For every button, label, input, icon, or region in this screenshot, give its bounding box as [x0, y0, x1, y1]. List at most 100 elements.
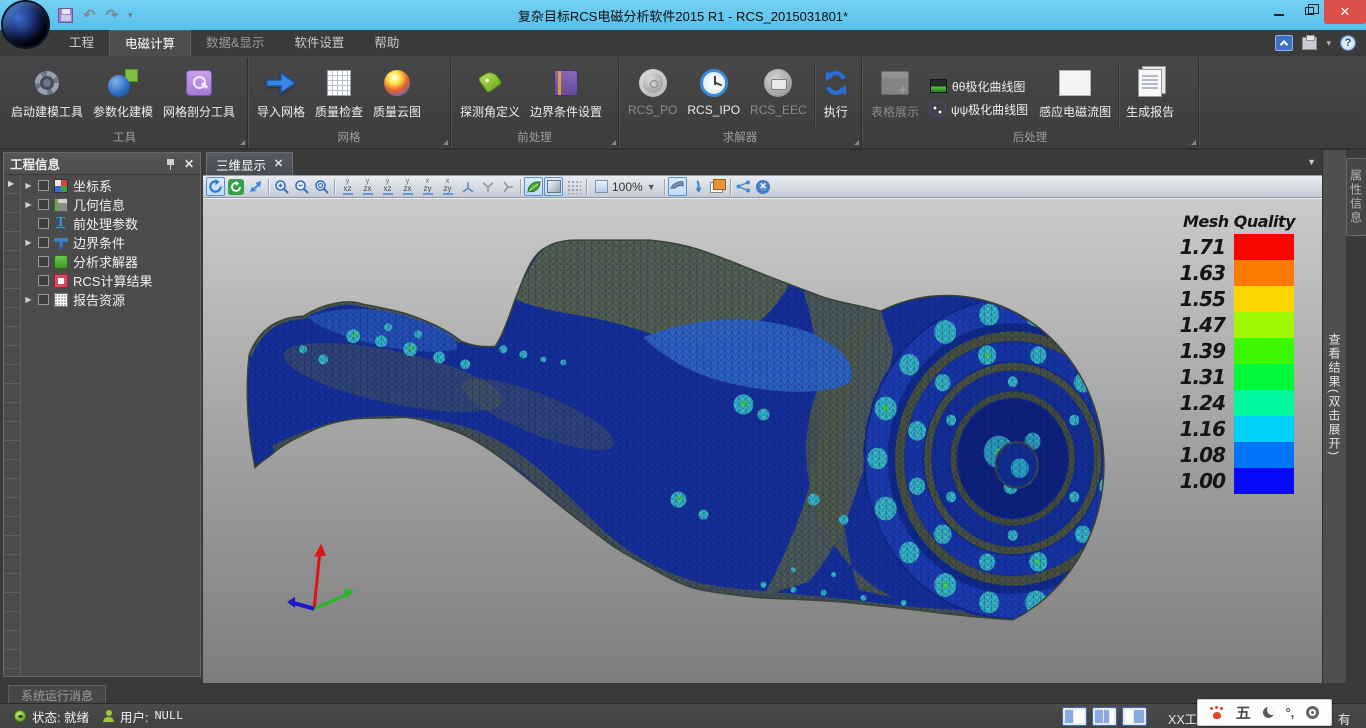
expander-icon[interactable]: ▶: [24, 295, 33, 304]
share-button[interactable]: [734, 177, 753, 196]
view-front-button[interactable]: yxz: [338, 177, 357, 196]
tab-project[interactable]: 工程: [54, 30, 109, 56]
zoom-out-button[interactable]: [292, 177, 311, 196]
tab-help[interactable]: 帮助: [359, 30, 414, 56]
launch-modeling-tool-button[interactable]: 启动建模工具: [6, 60, 88, 131]
minimize-button[interactable]: [1264, 0, 1294, 22]
tree-item-solver[interactable]: 分析求解器: [21, 252, 200, 271]
help-icon[interactable]: ?: [1340, 35, 1356, 51]
mesh-partition-tool-button[interactable]: 网格剖分工具: [158, 60, 240, 131]
ime-mode-toggle[interactable]: 五: [1236, 702, 1251, 723]
legend-swatch: [1234, 234, 1294, 260]
rotate-button[interactable]: [206, 177, 225, 196]
view-bottom-button[interactable]: xzy: [438, 177, 457, 196]
layout-left-button[interactable]: [1062, 707, 1087, 726]
view-top-button[interactable]: xzy: [418, 177, 437, 196]
shaded-mode-button[interactable]: [544, 177, 563, 196]
group-expand-icon[interactable]: [443, 140, 448, 145]
fit-view-button[interactable]: [668, 177, 687, 196]
tree-item-report-resources[interactable]: ▶ 报告资源: [21, 290, 200, 309]
render-mode-button[interactable]: [524, 177, 543, 196]
checkbox[interactable]: [38, 275, 49, 286]
tab-overflow-icon[interactable]: ▼: [1307, 157, 1316, 167]
view-results-bar[interactable]: 查看结果(双击展开): [1322, 150, 1346, 683]
leaf-icon: [526, 180, 542, 194]
app-logo-icon[interactable]: [3, 2, 48, 47]
zoom-in-button[interactable]: [272, 177, 291, 196]
checkbox[interactable]: [38, 237, 49, 248]
legend-row: 1.16: [1176, 416, 1302, 442]
induced-current-map-button[interactable]: 感应电磁流图: [1034, 60, 1116, 131]
view-iso1-button[interactable]: [458, 177, 477, 196]
zoom-level-dropdown[interactable]: 100% ▼: [590, 177, 661, 196]
view-back-button[interactable]: yzx: [358, 177, 377, 196]
probe-angle-button[interactable]: 探测角定义: [455, 60, 525, 131]
properties-tab[interactable]: 属性信息: [1346, 158, 1366, 236]
ime-paw-icon[interactable]: [1210, 707, 1224, 719]
tree-item-coordinate-system[interactable]: ▶ 坐标系: [21, 176, 200, 195]
expander-icon[interactable]: ▶: [24, 238, 33, 247]
tree-item-preprocess-params[interactable]: 前处理参数: [21, 214, 200, 233]
checkbox[interactable]: [38, 256, 49, 267]
tree-item-boundary-conditions[interactable]: ▶ 边界条件: [21, 233, 200, 252]
generate-report-button[interactable]: 生成报告: [1121, 60, 1179, 131]
view-iso3-button[interactable]: [498, 177, 517, 196]
checkbox[interactable]: [38, 294, 49, 305]
tree-item-rcs-results[interactable]: RCS计算结果: [21, 271, 200, 290]
group-expand-icon[interactable]: [240, 140, 245, 145]
import-mesh-button[interactable]: 导入网格: [252, 60, 310, 131]
curve-chart2-icon: [930, 102, 946, 116]
copy-view-button[interactable]: [708, 177, 727, 196]
checkbox[interactable]: [38, 180, 49, 191]
rcs-ipo-button[interactable]: RCS_IPO: [682, 60, 745, 131]
ime-punctuation-toggle[interactable]: °,: [1285, 705, 1294, 720]
boundary-settings-button[interactable]: 边界条件设置: [525, 60, 607, 131]
orbit-button[interactable]: [226, 177, 245, 196]
viewport-3d-canvas[interactable]: Mesh Quality 1.71 1.63 1.55 1.47 1.39 1.…: [203, 198, 1322, 683]
wireframe-mode-button[interactable]: [564, 177, 583, 196]
moon-icon[interactable]: [1263, 707, 1274, 718]
close-view-button[interactable]: ✕: [754, 177, 773, 196]
rcs-po-button[interactable]: RCS_PO: [623, 60, 682, 131]
tab-software-settings[interactable]: 软件设置: [279, 30, 359, 56]
panel-close-icon[interactable]: ✕: [184, 158, 194, 170]
theta-polarization-curve-button[interactable]: θθ极化曲线图: [930, 78, 1028, 95]
quality-cloud-button[interactable]: 质量云图: [368, 60, 426, 131]
restore-button[interactable]: [1294, 0, 1324, 22]
pan-button[interactable]: [246, 177, 265, 196]
tab-em-computation[interactable]: 电磁计算: [109, 30, 191, 56]
zoom-fit-button[interactable]: [312, 177, 331, 196]
collapse-ribbon-button[interactable]: [1275, 35, 1293, 51]
checkbox[interactable]: [38, 199, 49, 210]
tab-close-icon[interactable]: ✕: [274, 159, 283, 170]
expander-icon[interactable]: ▶: [24, 200, 33, 209]
view-left-button[interactable]: yxz: [378, 177, 397, 196]
group-expand-icon[interactable]: [1191, 140, 1196, 145]
layout-bottom-button[interactable]: [1122, 707, 1147, 726]
psi-polarization-curve-button[interactable]: ψψ极化曲线图: [930, 101, 1028, 118]
print-icon[interactable]: [1302, 37, 1317, 50]
expander-icon[interactable]: ▶: [24, 181, 33, 190]
view-right-button[interactable]: yzx: [398, 177, 417, 196]
group-expand-icon[interactable]: [854, 140, 859, 145]
layout-split-button[interactable]: [1092, 707, 1117, 726]
tab-3d-display[interactable]: 三维显示 ✕: [206, 152, 293, 175]
tab-data-display[interactable]: 数据&显示: [191, 30, 279, 56]
print-dropdown-icon[interactable]: ▾: [1326, 38, 1331, 49]
gutter-arrow-icon[interactable]: ▶: [8, 179, 14, 188]
close-button[interactable]: ✕: [1324, 0, 1366, 24]
screenshot-button[interactable]: [688, 177, 707, 196]
checkbox[interactable]: [38, 218, 49, 229]
table-display-button[interactable]: 表格展示: [866, 60, 924, 131]
tree-item-geometry-info[interactable]: ▶ 几何信息: [21, 195, 200, 214]
legend-swatch: [1234, 416, 1294, 442]
ime-settings-gear-icon[interactable]: [1306, 706, 1319, 719]
view-iso2-button[interactable]: [478, 177, 497, 196]
group-expand-icon[interactable]: [611, 140, 616, 145]
execute-button[interactable]: 执行: [817, 60, 855, 131]
pin-icon[interactable]: [167, 159, 174, 169]
rcs-eec-button[interactable]: RCS_EEC: [745, 60, 812, 131]
parametric-modeling-button[interactable]: 参数化建模: [88, 60, 158, 131]
system-messages-tab[interactable]: 系统运行消息: [8, 685, 106, 703]
quality-check-button[interactable]: 质量检查: [310, 60, 368, 131]
